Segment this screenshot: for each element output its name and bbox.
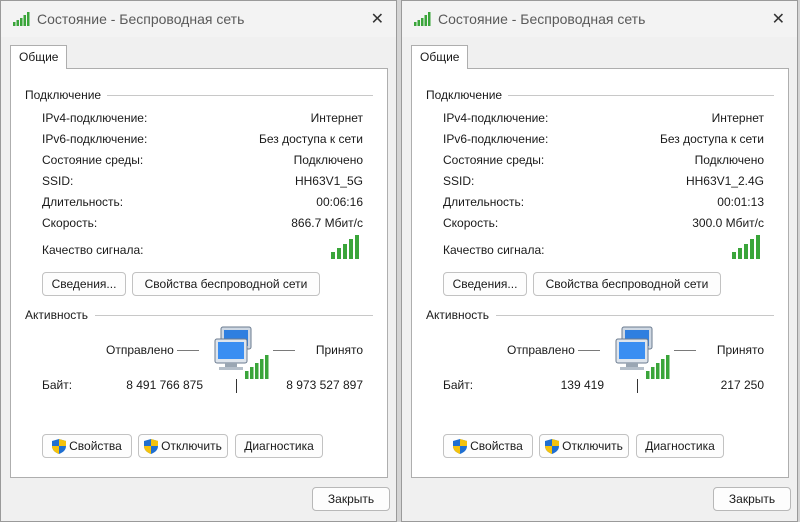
network-computers-icon — [615, 326, 670, 379]
ipv6-value: Без доступа к сети — [259, 132, 363, 146]
speed-label: Скорость: — [42, 216, 98, 230]
general-panel: Подключение IPv4-подключение: Интернет I… — [411, 68, 789, 478]
activity-section-title: Активность — [25, 308, 89, 322]
duration-label: Длительность: — [443, 195, 525, 209]
divider — [95, 315, 373, 316]
title-bar[interactable]: Состояние - Беспроводная сеть ✕ — [402, 1, 797, 37]
divider — [496, 315, 774, 316]
general-panel: Подключение IPv4-подключение: Интернет I… — [10, 68, 388, 478]
connection-section-title: Подключение — [426, 88, 503, 102]
wifi-signal-icon — [13, 12, 30, 26]
properties-button[interactable]: Свойства — [42, 434, 132, 458]
ipv4-label: IPv4-подключение: — [42, 111, 148, 125]
status-window-24g: Состояние - Беспроводная сеть ✕ Общие По… — [401, 0, 798, 522]
ipv4-value: Интернет — [310, 111, 363, 125]
details-button[interactable]: Сведения... — [443, 272, 527, 296]
disconnect-button[interactable]: Отключить — [138, 434, 228, 458]
duration-value: 00:06:16 — [316, 195, 363, 209]
bytes-sent-value: 8 491 766 875 — [126, 378, 203, 392]
received-dash — [273, 350, 295, 351]
signal-bars-icon — [331, 235, 359, 259]
sent-dash — [177, 350, 199, 351]
disconnect-button-label: Отключить — [562, 439, 623, 453]
uac-shield-icon — [144, 439, 159, 455]
sent-label: Отправлено — [507, 343, 575, 357]
duration-value: 00:01:13 — [717, 195, 764, 209]
ipv6-label: IPv6-подключение: — [443, 132, 549, 146]
media-state-value: Подключено — [293, 153, 363, 167]
ssid-value: HH63V1_2.4G — [685, 174, 764, 188]
ipv4-label: IPv4-подключение: — [443, 111, 549, 125]
bytes-label: Байт: — [443, 378, 474, 392]
disconnect-button[interactable]: Отключить — [539, 434, 629, 458]
tab-general[interactable]: Общие — [411, 45, 469, 69]
close-button[interactable]: Закрыть — [713, 487, 791, 511]
wireless-properties-button[interactable]: Свойства беспроводной сети — [533, 272, 721, 296]
received-label: Принято — [716, 343, 764, 357]
details-button[interactable]: Сведения... — [42, 272, 126, 296]
uac-shield-icon — [52, 439, 67, 455]
uac-shield-icon — [453, 439, 468, 455]
ipv6-value: Без доступа к сети — [660, 132, 764, 146]
activity-section-title: Активность — [426, 308, 490, 322]
close-icon[interactable]: ✕ — [371, 9, 384, 29]
activity-separator — [236, 379, 237, 393]
ipv4-value: Интернет — [711, 111, 764, 125]
wireless-properties-button[interactable]: Свойства беспроводной сети — [132, 272, 320, 296]
speed-value: 866.7 Мбит/с — [291, 216, 363, 230]
sent-dash — [578, 350, 600, 351]
wifi-signal-icon — [414, 12, 431, 26]
received-label: Принято — [315, 343, 363, 357]
connection-section-title: Подключение — [25, 88, 102, 102]
media-state-label: Состояние среды: — [443, 153, 545, 167]
received-dash — [674, 350, 696, 351]
speed-value: 300.0 Мбит/с — [692, 216, 764, 230]
network-computers-icon — [214, 326, 269, 379]
disconnect-button-label: Отключить — [161, 439, 222, 453]
uac-shield-icon — [545, 439, 560, 455]
bytes-received-value: 217 250 — [720, 378, 764, 392]
signal-quality-label: Качество сигнала: — [443, 243, 545, 257]
signal-quality-label: Качество сигнала: — [42, 243, 144, 257]
signal-bars-icon — [732, 235, 760, 259]
window-title: Состояние - Беспроводная сеть — [37, 11, 245, 27]
close-button[interactable]: Закрыть — [312, 487, 390, 511]
divider — [107, 95, 373, 96]
ssid-value: HH63V1_5G — [294, 174, 363, 188]
title-bar[interactable]: Состояние - Беспроводная сеть ✕ — [1, 1, 396, 37]
diagnostics-button[interactable]: Диагностика — [235, 434, 323, 458]
ssid-label: SSID: — [443, 174, 475, 188]
activity-separator — [637, 379, 638, 393]
divider — [508, 95, 774, 96]
tab-general[interactable]: Общие — [10, 45, 68, 69]
media-state-value: Подключено — [694, 153, 764, 167]
diagnostics-button[interactable]: Диагностика — [636, 434, 724, 458]
window-title: Состояние - Беспроводная сеть — [438, 11, 646, 27]
speed-label: Скорость: — [443, 216, 499, 230]
properties-button-label: Свойства — [69, 439, 122, 453]
properties-button-label: Свойства — [470, 439, 523, 453]
media-state-label: Состояние среды: — [42, 153, 144, 167]
bytes-sent-value: 139 419 — [560, 378, 604, 392]
sent-label: Отправлено — [106, 343, 174, 357]
bytes-label: Байт: — [42, 378, 73, 392]
ipv6-label: IPv6-подключение: — [42, 132, 148, 146]
ssid-label: SSID: — [42, 174, 74, 188]
status-window-5g: Состояние - Беспроводная сеть ✕ Общие По… — [0, 0, 397, 522]
duration-label: Длительность: — [42, 195, 124, 209]
properties-button[interactable]: Свойства — [443, 434, 533, 458]
bytes-received-value: 8 973 527 897 — [286, 378, 363, 392]
close-icon[interactable]: ✕ — [772, 9, 785, 29]
